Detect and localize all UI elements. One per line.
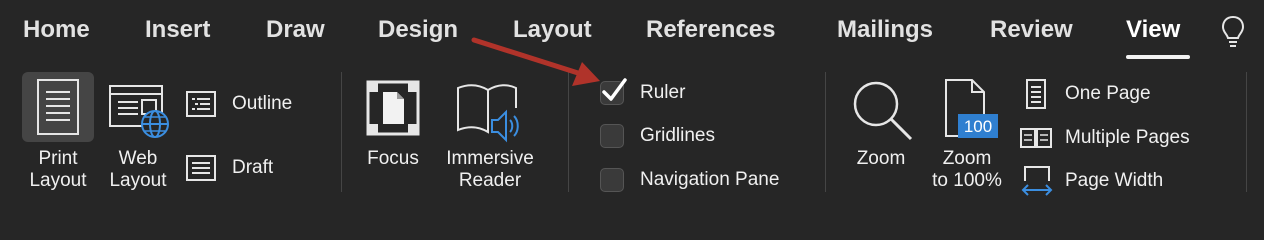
annotation-arrow-icon [471, 37, 600, 86]
